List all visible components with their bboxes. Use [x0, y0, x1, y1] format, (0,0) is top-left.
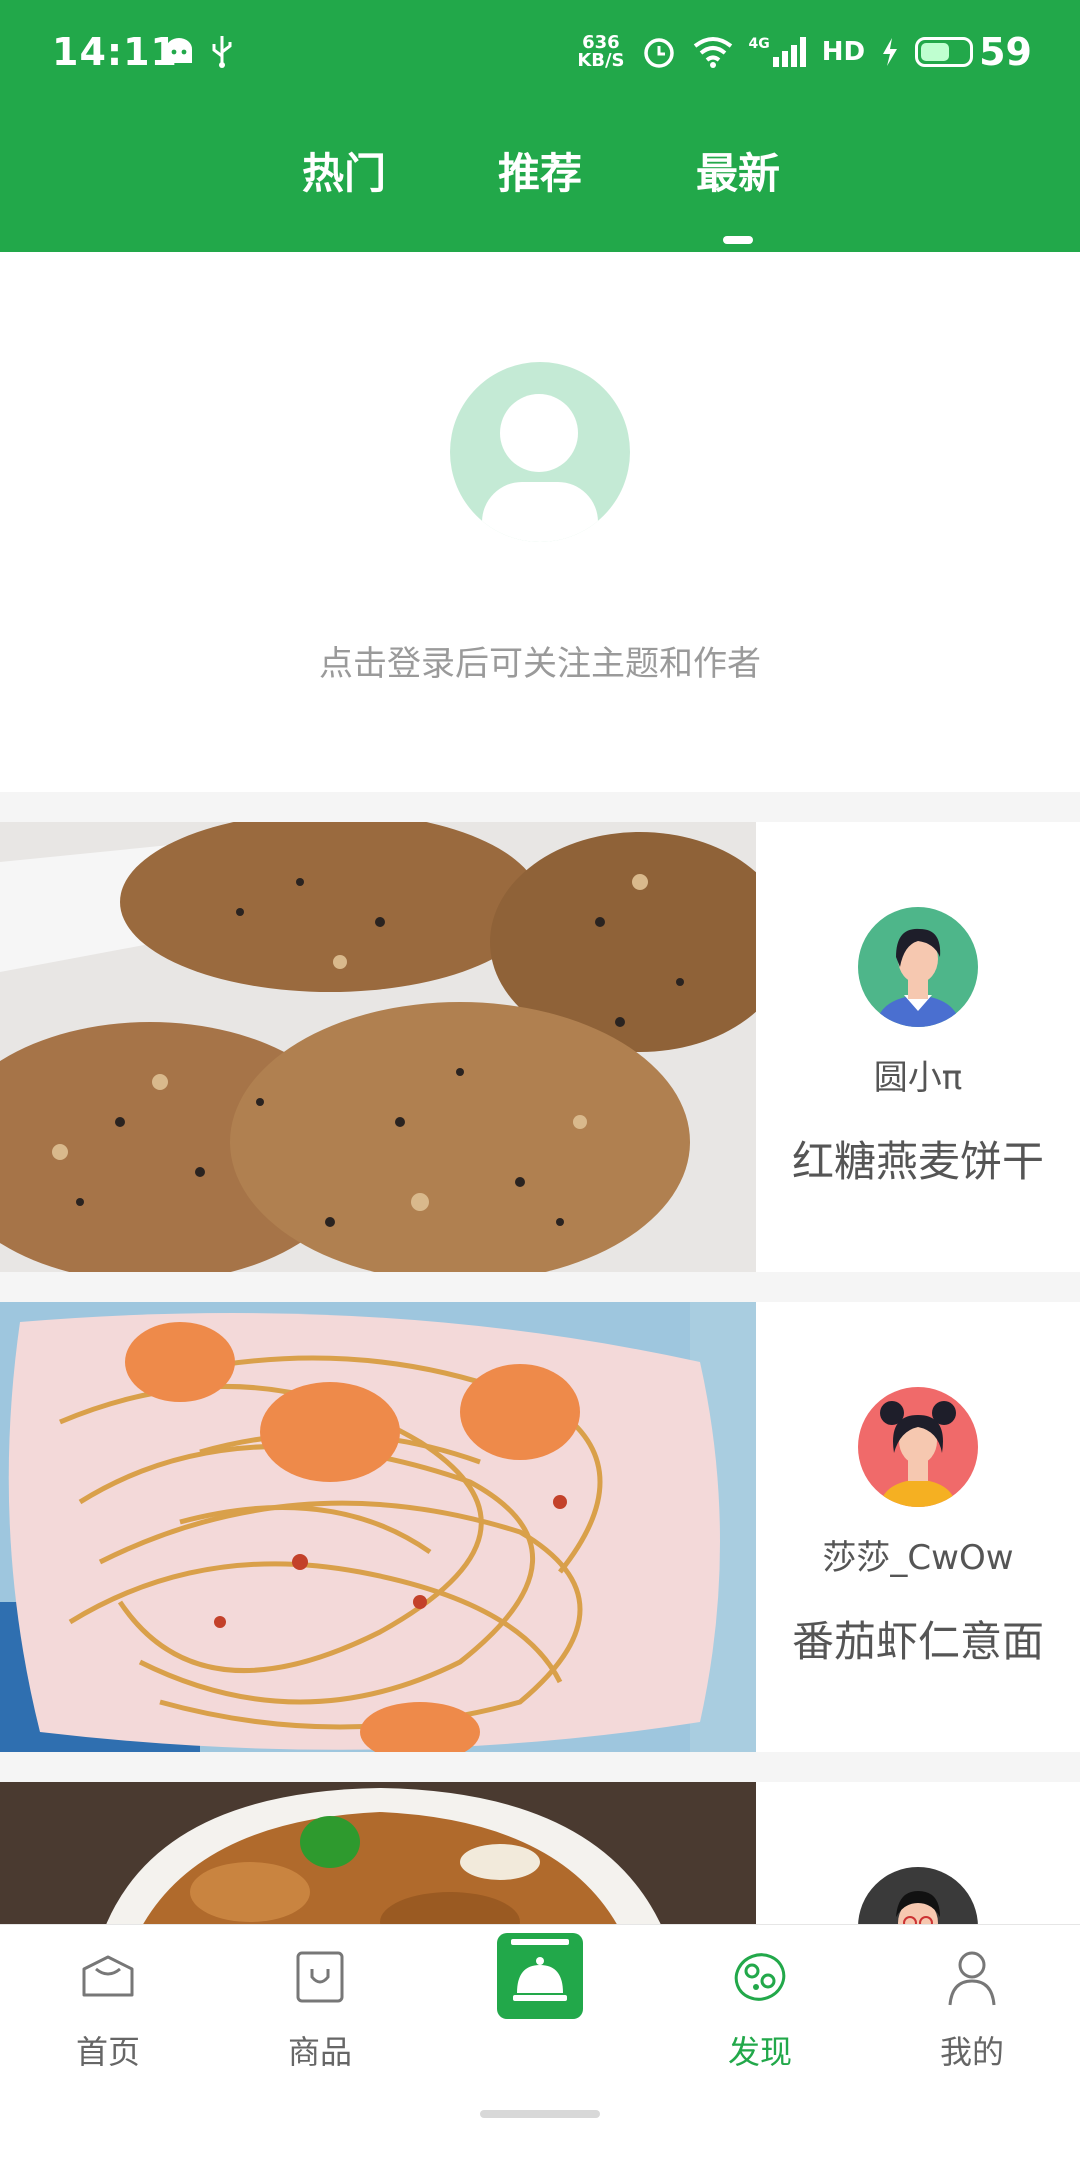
nav-mine-label: 我的 [939, 2033, 1004, 2071]
alarm-icon [643, 38, 674, 68]
nav-mine[interactable]: 我的 [902, 1945, 1042, 2073]
login-prompt[interactable]: 点击登录后可关注主题和作者 [0, 252, 1080, 792]
divider [0, 1752, 1080, 1782]
app-header: 14:11 636 KB/S 4G HD 59 热门 推荐 最新 [0, 0, 1080, 252]
hd-badge: HD [821, 37, 866, 67]
nav-discover[interactable]: 发现 [690, 1945, 830, 2073]
author-avatar[interactable] [858, 907, 978, 1027]
recipe-card[interactable]: 圆小π 红糖燕麦饼干 [0, 822, 1080, 1272]
tab-latest[interactable]: 最新 [696, 140, 780, 201]
author-name[interactable]: 莎莎_CwOw [756, 1530, 1080, 1579]
default-avatar-icon[interactable] [450, 362, 630, 542]
status-bar: 14:11 636 KB/S 4G HD 59 [0, 0, 1080, 108]
active-tab-indicator [723, 236, 753, 244]
battery-icon [915, 37, 974, 67]
home-indicator[interactable] [480, 2110, 600, 2118]
status-time: 14:11 [52, 30, 178, 74]
wifi-icon [693, 37, 732, 68]
recipe-photo[interactable] [0, 822, 756, 1272]
divider [0, 1272, 1080, 1302]
nav-home[interactable]: 首页 [38, 1945, 178, 2073]
recipe-title[interactable]: 红糖燕麦饼干 [756, 1128, 1080, 1189]
battery-indicator: 59 [915, 30, 1032, 74]
login-tip[interactable]: 点击登录后可关注主题和作者 [0, 636, 1080, 685]
shopping-bag-icon [296, 1951, 344, 2003]
nav-recipe[interactable] [470, 1933, 610, 2019]
recipe-card[interactable]: 莎莎_CwOw 番茄虾仁意面 [0, 1302, 1080, 1752]
author-name[interactable]: 圆小π [756, 1050, 1080, 1099]
recipe-title[interactable]: 番茄虾仁意面 [756, 1608, 1080, 1669]
network-speed: 636 KB/S [577, 32, 625, 71]
author-avatar[interactable] [858, 1387, 978, 1507]
nav-discover-label: 发现 [727, 2033, 792, 2071]
category-tabs: 热门 推荐 最新 [0, 140, 1080, 200]
graduation-cap-icon [82, 1955, 134, 1997]
divider [0, 792, 1080, 822]
user-icon [948, 1951, 996, 2006]
bottom-navigation: 首页 商品 发现 我的 [0, 1924, 1080, 2160]
nav-goods-label: 商品 [287, 2033, 352, 2071]
nav-goods[interactable]: 商品 [250, 1945, 390, 2073]
signal-icon: 4G [749, 37, 806, 67]
recipe-book-icon[interactable] [497, 1933, 583, 2019]
nav-home-label: 首页 [75, 2033, 140, 2071]
tab-hot[interactable]: 热门 [302, 140, 386, 201]
recipe-photo[interactable] [0, 1302, 756, 1752]
tab-recommend[interactable]: 推荐 [498, 140, 582, 201]
android-icon [166, 38, 192, 63]
discover-icon [734, 1953, 786, 2001]
usb-icon [212, 36, 232, 68]
battery-level: 59 [979, 30, 1032, 74]
charging-icon [883, 38, 898, 66]
